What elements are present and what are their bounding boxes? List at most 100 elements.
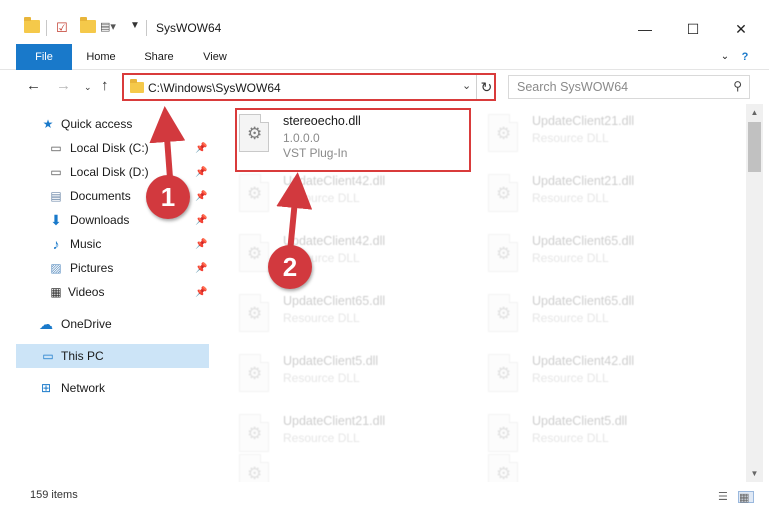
help-icon[interactable]: ? [736, 44, 754, 70]
file-item[interactable]: ⚙ UpdateClient5.dll Resource DLL [227, 344, 467, 404]
search-input[interactable]: Search SysWOW64 ⚲ [508, 75, 750, 99]
pin-icon[interactable]: 📌 [195, 191, 207, 202]
sidebar-item-this-pc[interactable]: ▭ This PC [16, 344, 209, 368]
file-name: UpdateClient21.dll [532, 174, 635, 188]
forward-arrow-icon[interactable]: → [56, 77, 71, 94]
sidebar-item-label: Music [70, 237, 102, 251]
pictures-icon: ▨ [50, 261, 62, 275]
file-item[interactable]: ⚙ UpdateClient21.dll Resource DLL [476, 164, 716, 224]
sidebar-item-onedrive[interactable]: ☁ OneDrive [0, 312, 210, 336]
sidebar-item-network[interactable]: ⊞ Network [0, 376, 210, 400]
pin-icon[interactable]: 📌 [195, 287, 207, 298]
window-title: SysWOW64 [156, 21, 222, 35]
dll-file-icon: ⚙ [488, 234, 518, 272]
back-arrow-icon[interactable]: ← [26, 77, 41, 94]
file-item[interactable]: ⚙ UpdateClient65.dll Resource DLL [476, 284, 716, 344]
pin-icon[interactable]: 📌 [195, 143, 207, 154]
details-view-icon[interactable]: ☰ [718, 491, 734, 503]
sidebar-item-videos[interactable]: ▦ Videos 📌 [0, 280, 210, 304]
separator [46, 20, 47, 36]
file-item[interactable]: ⚙ UpdateClient42.dll Resource DLL [227, 224, 467, 284]
file-list: ⚙ stereoecho.dll 1.0.0.0 VST Plug-In ⚙ U… [214, 104, 746, 482]
address-bar[interactable]: C:\Windows\SysWOW64 ⌄ ↻ [122, 73, 496, 101]
chevron-down-icon[interactable]: ⌄ [462, 79, 471, 92]
tiles-view-icon[interactable]: ▦ [738, 491, 754, 504]
pin-icon[interactable]: 📌 [195, 167, 207, 178]
recent-locations-icon[interactable]: ⌄ [84, 82, 92, 93]
pin-icon[interactable]: 📌 [195, 215, 207, 226]
new-folder-icon[interactable] [80, 17, 96, 33]
minimize-button[interactable]: — [622, 14, 668, 44]
tab-share[interactable]: Share [136, 44, 182, 70]
chevron-down-icon[interactable]: ⌄ [716, 44, 734, 70]
tab-view[interactable]: View [192, 44, 238, 70]
cloud-icon: ☁ [39, 315, 53, 332]
file-item[interactable]: ⚙ UpdateClient42.dll Resource DLL [476, 344, 716, 404]
network-icon: ⊞ [40, 381, 52, 395]
properties-icon[interactable]: ☑ [56, 20, 68, 36]
tab-file[interactable]: File [16, 44, 72, 70]
gear-icon: ⚙ [496, 464, 512, 482]
search-icon: ⚲ [733, 79, 742, 93]
sidebar-item-label: Local Disk (D:) [70, 165, 149, 179]
file-description: Resource DLL [283, 431, 360, 445]
ribbon-tabs: File Home Share View ⌄ ? [0, 44, 769, 70]
gear-icon: ⚙ [247, 244, 263, 263]
music-icon: ♪ [52, 236, 60, 252]
sidebar-item-music[interactable]: ♪ Music 📌 [0, 232, 210, 256]
up-arrow-icon[interactable]: ↑ [101, 77, 109, 94]
pin-icon[interactable]: 📌 [195, 263, 207, 274]
file-name: UpdateClient5.dll [532, 414, 628, 428]
quick-access-dropdown-icon[interactable]: ▼ [130, 20, 140, 31]
highlight-box [235, 108, 471, 172]
scrollbar-thumb[interactable] [748, 122, 761, 172]
status-bar: 159 items ☰ ▦ [0, 482, 769, 516]
gear-icon: ⚙ [247, 464, 263, 482]
separator [146, 20, 147, 36]
maximize-button[interactable]: ☐ [670, 14, 716, 44]
file-name: UpdateClient21.dll [532, 114, 635, 128]
sidebar-item-local-disk-c[interactable]: ▭ Local Disk (C:) 📌 [0, 136, 210, 160]
file-description: Resource DLL [532, 131, 609, 145]
computer-icon: ▭ [42, 349, 54, 363]
gear-icon: ⚙ [496, 184, 512, 203]
dll-file-icon: ⚙ [488, 174, 518, 212]
pin-icon[interactable]: 📌 [195, 239, 207, 250]
file-item[interactable]: ⚙ UpdateClient65.dll Resource DLL [227, 284, 467, 344]
file-item[interactable]: ⚙ [476, 444, 716, 482]
file-item[interactable]: ⚙ UpdateClient21.dll Resource DLL [476, 104, 716, 164]
vertical-scrollbar[interactable]: ▲ ▼ [746, 104, 763, 482]
drive-icon: ▭ [50, 141, 62, 155]
sidebar-item-label: OneDrive [61, 317, 112, 331]
scroll-up-icon[interactable]: ▲ [746, 104, 763, 121]
dll-file-icon: ⚙ [239, 234, 269, 272]
customize-quick-access-icon[interactable]: ▤▾ [100, 20, 116, 33]
title-bar: ☑ ▤▾ ▼ SysWOW64 — ☐ ✕ [0, 0, 769, 44]
dll-file-icon: ⚙ [488, 454, 518, 482]
dll-file-icon: ⚙ [239, 174, 269, 212]
sidebar-item-quick-access[interactable]: ★ Quick access [0, 112, 210, 136]
tab-home[interactable]: Home [78, 44, 124, 70]
file-item[interactable]: ⚙ UpdateClient42.dll Resource DLL [227, 164, 467, 224]
star-icon: ★ [42, 117, 54, 131]
file-description: Resource DLL [532, 371, 609, 385]
file-name: UpdateClient65.dll [532, 294, 635, 308]
folder-icon[interactable] [24, 17, 40, 33]
scroll-down-icon[interactable]: ▼ [746, 465, 763, 482]
close-button[interactable]: ✕ [718, 14, 764, 44]
refresh-icon[interactable]: ↻ [476, 75, 496, 99]
dll-file-icon: ⚙ [239, 294, 269, 332]
gear-icon: ⚙ [496, 424, 512, 443]
file-item[interactable]: ⚙ [227, 444, 467, 482]
sidebar-item-label: Pictures [70, 261, 114, 275]
gear-icon: ⚙ [496, 244, 512, 263]
address-path[interactable]: C:\Windows\SysWOW64 [148, 81, 281, 95]
sidebar-item-label: Local Disk (C:) [70, 141, 149, 155]
dll-file-icon: ⚙ [488, 114, 518, 152]
file-description: Resource DLL [283, 311, 360, 325]
download-icon: ⬇ [50, 211, 62, 228]
sidebar-item-pictures[interactable]: ▨ Pictures 📌 [0, 256, 210, 280]
videos-icon: ▦ [50, 285, 62, 299]
file-item[interactable]: ⚙ UpdateClient65.dll Resource DLL [476, 224, 716, 284]
file-description: Resource DLL [532, 191, 609, 205]
